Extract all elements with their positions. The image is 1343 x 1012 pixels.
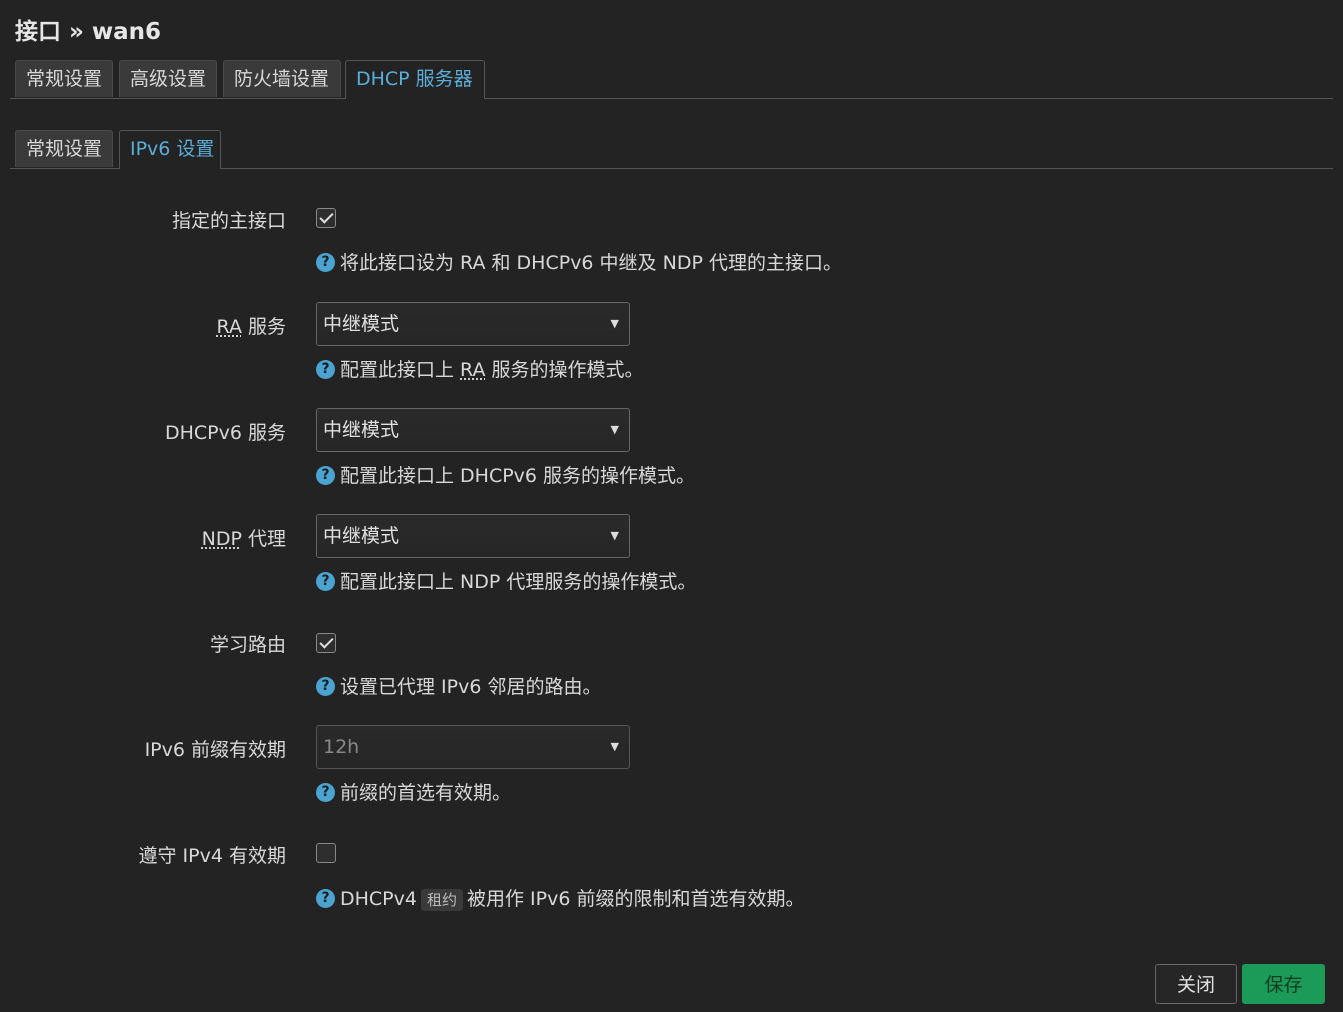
tab-dhcp-server[interactable]: DHCP 服务器 [345, 60, 485, 99]
learn-routes-help: ? 设置已代理 IPv6 邻居的路由。 [316, 672, 601, 699]
help-text: 将此接口设为 RA 和 DHCPv6 中继及 NDP 代理的主接口。 [340, 252, 842, 274]
help-text: 配置此接口上 DHCPv6 服务的操作模式。 [340, 465, 696, 487]
ndp-proxy-value: 中继模式 [323, 525, 400, 547]
dhcpv6-service-help: ? 配置此接口上 DHCPv6 服务的操作模式。 [316, 461, 695, 488]
help-text: 设置已代理 IPv6 邻居的路由。 [340, 676, 602, 698]
prefix-lifetime-value: 12h [323, 736, 360, 758]
help-question-icon: ? [316, 677, 335, 696]
caret-down-icon: ▼ [610, 317, 619, 330]
help-question-icon: ? [316, 889, 335, 908]
help-text: 服务的操作模式。 [485, 359, 644, 381]
ipv4-lifetime-checkbox[interactable] [316, 843, 336, 863]
help-text: 配置此接口上 NDP 代理服务的操作模式。 [340, 571, 697, 593]
ndp-abbr: NDP [201, 528, 242, 550]
ra-abbr: RA [216, 316, 242, 338]
ndp-label-rest: 代理 [241, 528, 286, 550]
dhcpv6-service-value: 中继模式 [323, 419, 400, 441]
tab-advanced-settings[interactable]: 高级设置 [119, 60, 217, 97]
help-question-icon: ? [316, 466, 335, 485]
learn-routes-checkbox[interactable] [316, 633, 336, 653]
close-button[interactable]: 关闭 [1155, 964, 1237, 1004]
ipv4-lifetime-help: ? DHCPv4 租约 被用作 IPv6 前缀的限制和首选有效期。 [316, 884, 804, 911]
help-question-icon: ? [316, 572, 335, 591]
ra-service-select[interactable]: 中继模式 ▼ [316, 302, 630, 346]
help-text: DHCPv4 [340, 888, 417, 910]
ra-label-rest: 服务 [241, 316, 286, 338]
master-interface-help: ? 将此接口设为 RA 和 DHCPv6 中继及 NDP 代理的主接口。 [316, 248, 842, 275]
caret-down-icon: ▼ [610, 529, 619, 542]
master-interface-label: 指定的主接口 [171, 210, 286, 232]
dhcpv6-service-label: DHCPv6 服务 [164, 422, 286, 444]
help-question-icon: ? [316, 360, 335, 379]
learn-routes-label: 学习路由 [209, 634, 286, 656]
ndp-proxy-help: ? 配置此接口上 NDP 代理服务的操作模式。 [316, 567, 696, 594]
ndp-proxy-select[interactable]: 中继模式 ▼ [316, 514, 630, 558]
ipv4-lifetime-label: 遵守 IPv4 有效期 [138, 845, 286, 867]
subtab-general-settings[interactable]: 常规设置 [15, 130, 113, 167]
ra-service-label: RA 服务 [217, 312, 286, 339]
caret-down-icon: ▼ [610, 423, 619, 436]
main-tab-bar: 常规设置 高级设置 防火墙设置 DHCP 服务器 [10, 60, 1333, 99]
prefix-lifetime-label: IPv6 前缀有效期 [144, 739, 286, 761]
lease-tag: 租约 [420, 889, 463, 911]
tab-general-settings[interactable]: 常规设置 [15, 60, 113, 97]
prefix-lifetime-select[interactable]: 12h ▼ [316, 725, 630, 769]
help-question-icon: ? [316, 783, 335, 802]
caret-down-icon: ▼ [610, 740, 619, 753]
ra-service-value: 中继模式 [323, 313, 400, 335]
sub-tab-bar: 常规设置 IPv6 设置 [10, 130, 1333, 169]
help-text: 前缀的首选有效期。 [340, 782, 512, 804]
page-title: 接口 » wan6 [15, 19, 162, 45]
help-text: 配置此接口上 [340, 359, 461, 381]
ra-service-help: ? 配置此接口上 RA 服务的操作模式。 [316, 355, 644, 382]
ndp-proxy-label: NDP 代理 [202, 524, 286, 551]
help-question-icon: ? [316, 253, 335, 272]
tab-firewall-settings[interactable]: 防火墙设置 [223, 60, 341, 97]
ra-abbr-help: RA [460, 359, 486, 381]
help-text: 被用作 IPv6 前缀的限制和首选有效期。 [467, 888, 805, 910]
master-interface-checkbox[interactable] [316, 208, 336, 228]
dhcpv6-service-select[interactable]: 中继模式 ▼ [316, 408, 630, 452]
subtab-ipv6-settings[interactable]: IPv6 设置 [119, 130, 221, 169]
save-button[interactable]: 保存 [1242, 964, 1325, 1004]
prefix-lifetime-help: ? 前缀的首选有效期。 [316, 778, 511, 805]
